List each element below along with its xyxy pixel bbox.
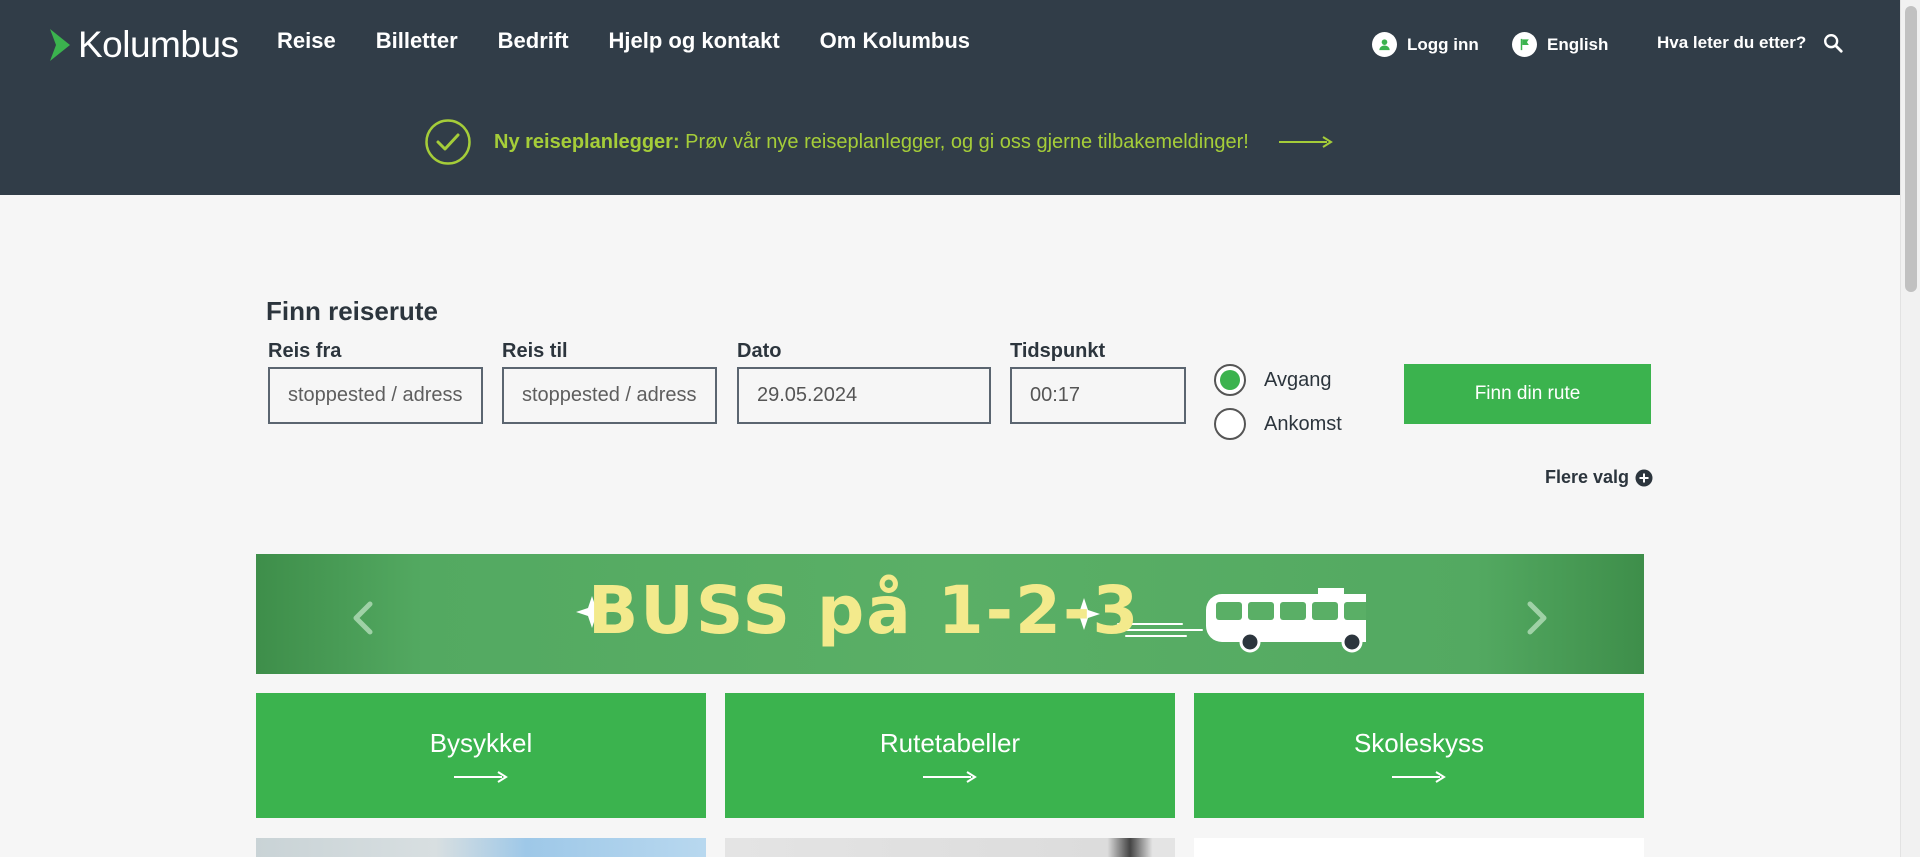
departure-radio[interactable]: Avgang	[1214, 364, 1331, 396]
arrival-label: Ankomst	[1264, 412, 1342, 435]
promo-carousel[interactable]: BUSS på 1-2-3	[256, 554, 1644, 674]
more-options-label: Flere valg	[1545, 467, 1630, 487]
find-route-button[interactable]: Finn din rute	[1404, 364, 1651, 424]
login-label: Logg inn	[1407, 34, 1479, 54]
departure-label: Avgang	[1264, 368, 1332, 391]
arrow-right-icon	[923, 771, 977, 783]
plus-circle-icon	[1635, 469, 1653, 486]
logo-text: Kolumbus	[78, 24, 239, 65]
more-options-link[interactable]: Flere valg	[1545, 467, 1653, 488]
to-input[interactable]	[502, 367, 717, 424]
flag-icon	[1512, 32, 1537, 57]
slide-text: BUSS på 1-2-3	[588, 572, 1141, 649]
planner-title: Finn reiserute	[266, 296, 438, 326]
time-label: Tidspunkt	[1010, 340, 1106, 362]
tile-skoleskyss-label: Skoleskyss	[1353, 728, 1485, 758]
tile-bysykkel-label: Bysykkel	[429, 728, 533, 758]
check-circle-icon	[425, 119, 471, 165]
search-label: Hva leter du etter?	[1657, 33, 1807, 52]
card-image-blank[interactable]	[1194, 838, 1644, 857]
tile-skoleskyss[interactable]: Skoleskyss	[1194, 693, 1644, 818]
card-image-bus[interactable]	[725, 838, 1175, 857]
scrollbar-thumb[interactable]	[1905, 6, 1917, 292]
nav-om-kolumbus[interactable]: Om Kolumbus	[820, 28, 970, 54]
date-input[interactable]	[737, 367, 991, 424]
logo-chevron-icon	[50, 29, 70, 61]
arrow-right-icon	[1278, 136, 1333, 148]
search-link[interactable]: Hva leter du etter?	[1657, 32, 1844, 54]
kolumbus-logo[interactable]: Kolumbus	[48, 24, 239, 66]
site-header: Kolumbus Reise Billetter Bedrift Hjelp o…	[0, 0, 1900, 195]
search-icon	[1824, 34, 1843, 53]
radio-dot	[1220, 370, 1240, 390]
new-planner-banner[interactable]: Ny reiseplanlegger: Prøv vår nye reisepl…	[424, 118, 1333, 166]
nav-bedrift[interactable]: Bedrift	[498, 28, 569, 54]
user-icon	[1372, 32, 1397, 57]
date-label: Dato	[737, 340, 782, 362]
banner-title: Ny reiseplanlegger:	[494, 130, 680, 153]
time-input[interactable]	[1010, 367, 1186, 424]
tile-rutetabeller[interactable]: Rutetabeller	[725, 693, 1175, 818]
card-image-map[interactable]	[256, 838, 706, 857]
language-label: English	[1547, 34, 1609, 54]
language-link[interactable]: English	[1512, 32, 1608, 57]
arrow-right-icon	[1392, 771, 1446, 783]
arrival-radio[interactable]: Ankomst	[1214, 408, 1342, 440]
chevron-right-icon[interactable]	[1522, 600, 1552, 636]
arrow-right-icon	[454, 771, 508, 783]
from-input[interactable]	[268, 367, 483, 424]
nav-reise[interactable]: Reise	[277, 28, 336, 54]
radio-selected-indicator	[1214, 364, 1246, 396]
login-link[interactable]: Logg inn	[1372, 32, 1479, 57]
radio-unselected-indicator	[1214, 408, 1246, 440]
chevron-left-icon[interactable]	[348, 600, 378, 636]
main-nav: Reise Billetter Bedrift Hjelp og kontakt…	[277, 28, 1010, 54]
to-label: Reis til	[502, 340, 568, 362]
from-label: Reis fra	[268, 340, 342, 362]
nav-hjelp-og-kontakt[interactable]: Hjelp og kontakt	[609, 28, 780, 54]
banner-message: Ny reiseplanlegger: Prøv vår nye reisepl…	[494, 131, 1249, 154]
banner-text: Prøv vår nye reiseplanlegger, og gi oss …	[679, 130, 1249, 153]
page-scrollbar[interactable]	[1900, 0, 1920, 857]
tile-bysykkel[interactable]: Bysykkel	[256, 693, 706, 818]
bus-icon	[1206, 588, 1366, 653]
tile-rutetabeller-label: Rutetabeller	[879, 728, 1021, 758]
nav-billetter[interactable]: Billetter	[376, 28, 458, 54]
